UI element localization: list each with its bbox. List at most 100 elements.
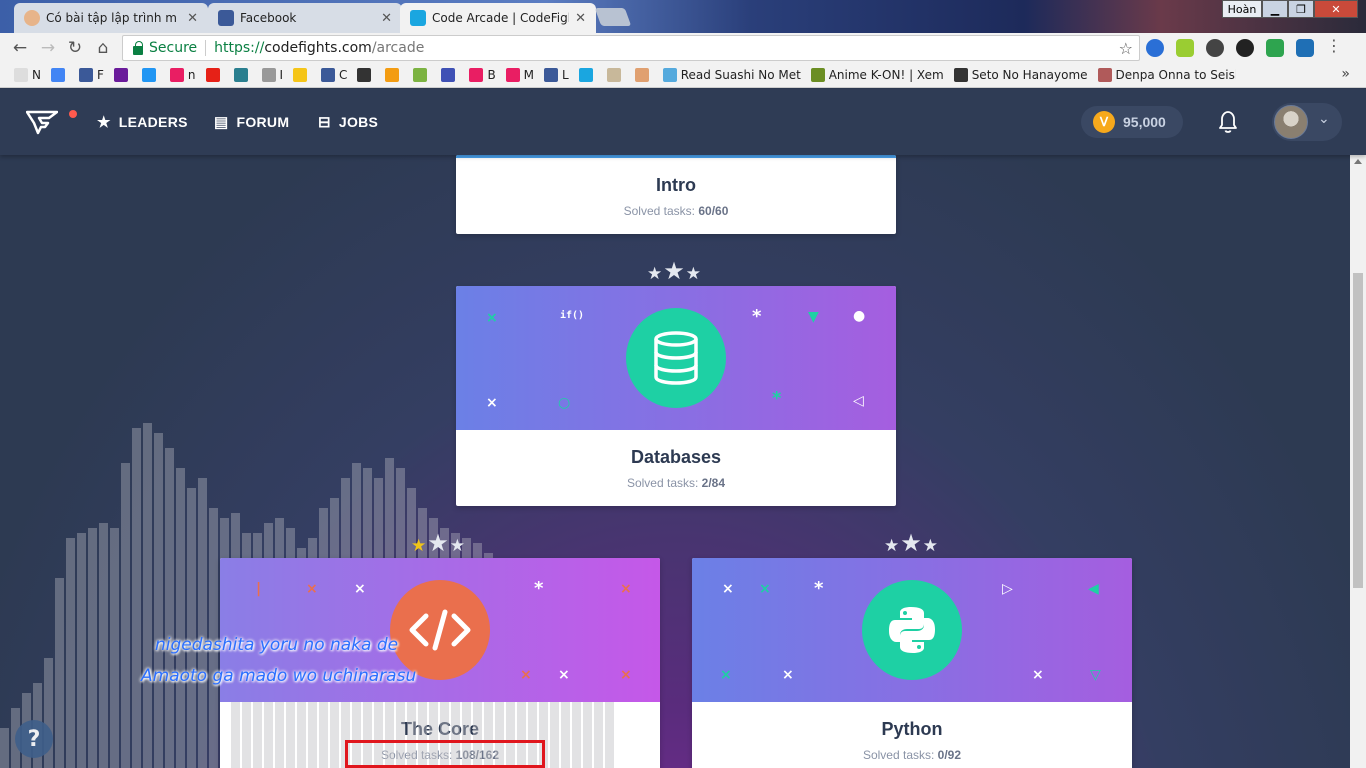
- bookmark-item[interactable]: Denpa Onna to Seish: [1097, 68, 1236, 82]
- course-card-databases[interactable]: × if() * ▼ ● × ○ * ◁ Databases Solved ta…: [456, 286, 896, 506]
- extension-icon[interactable]: [1206, 39, 1224, 57]
- bookmarks-bar: N Fn I C B M L Read Suashi No Met Anime K-ON! | …: [0, 63, 1366, 88]
- bookmark-item[interactable]: [141, 68, 160, 82]
- maximize-button[interactable]: ❐: [1288, 0, 1314, 18]
- bookmark-favicon-icon: [469, 68, 484, 82]
- card-title: Python: [881, 719, 943, 739]
- card-top-accent: [456, 155, 896, 158]
- home-icon[interactable]: ⌂: [92, 37, 114, 59]
- bookmark-item[interactable]: C: [321, 68, 347, 82]
- bookmark-label: M: [523, 68, 535, 82]
- codefights-logo-icon[interactable]: [26, 109, 58, 135]
- bookmark-item[interactable]: B: [469, 68, 496, 82]
- bookmark-item[interactable]: [413, 68, 431, 82]
- visualizer-bar: [55, 578, 64, 768]
- page-scrollbar[interactable]: [1350, 155, 1366, 768]
- nav-jobs[interactable]: ⊟ JOBS: [318, 113, 378, 131]
- new-tab-button[interactable]: [594, 8, 632, 26]
- bookmark-favicon-icon: [606, 68, 621, 82]
- bookmark-item[interactable]: N: [14, 68, 41, 82]
- tab-title: Code Arcade | CodeFigh: [432, 11, 570, 25]
- bookmark-favicon-icon: [505, 68, 520, 82]
- close-icon[interactable]: ✕: [187, 11, 198, 26]
- bookmark-favicon-icon: [205, 68, 220, 82]
- profile-name-button[interactable]: Hoàn: [1222, 0, 1262, 18]
- bookmark-label: Read Suashi No Met: [680, 68, 801, 82]
- star-icon: ★: [97, 114, 111, 131]
- database-icon: [654, 331, 698, 385]
- bookmark-label: N: [32, 68, 41, 82]
- back-arrow-icon[interactable]: ←: [9, 37, 31, 59]
- card-tasks: Solved tasks: 60/60: [456, 204, 896, 218]
- menu-icon[interactable]: ⋮: [1326, 38, 1344, 57]
- avatar: [1274, 105, 1308, 139]
- bookmark-item[interactable]: F: [78, 68, 104, 82]
- extension-icon[interactable]: [1176, 39, 1194, 57]
- extension-icon[interactable]: [1146, 39, 1164, 57]
- bookmark-item[interactable]: [50, 68, 69, 82]
- bookmark-favicon-icon: [233, 68, 248, 82]
- extension-icon[interactable]: [1296, 39, 1314, 57]
- bookmark-label: F: [96, 68, 104, 82]
- course-card-python[interactable]: × × * ▷ ◀ × × × ▽ Python Solved tasks: 0…: [692, 558, 1132, 768]
- visualizer-bar: [110, 528, 119, 768]
- minimize-button[interactable]: ▁: [1262, 0, 1288, 18]
- card-title: The Core: [400, 719, 479, 739]
- bookmark-item[interactable]: Read Suashi No Met: [662, 68, 801, 82]
- extension-icon[interactable]: [1236, 39, 1254, 57]
- visualizer-bar: [165, 448, 174, 768]
- bell-icon[interactable]: [1216, 109, 1240, 135]
- bookmark-item[interactable]: [293, 68, 311, 82]
- card-banner: × × * ▷ ◀ × × × ▽: [692, 558, 1132, 702]
- bookmark-item[interactable]: L: [544, 68, 569, 82]
- extension-icon[interactable]: [1266, 39, 1284, 57]
- visualizer-bar: [176, 468, 185, 768]
- course-card-intro[interactable]: Intro Solved tasks: 60/60: [456, 155, 896, 234]
- bookmark-item[interactable]: [233, 68, 252, 82]
- bookmark-star-icon[interactable]: ☆: [1119, 39, 1133, 58]
- bookmark-item[interactable]: [606, 68, 625, 82]
- cross-decor-icon: ×: [306, 581, 318, 597]
- nav-leaders[interactable]: ★ LEADERS: [97, 113, 188, 131]
- browser-tab[interactable]: Facebook ✕: [208, 3, 402, 33]
- bookmark-item[interactable]: I: [261, 68, 283, 82]
- star-icon: ★: [922, 536, 939, 556]
- forward-arrow-icon[interactable]: →: [37, 37, 59, 59]
- bookmark-item[interactable]: [205, 68, 224, 82]
- bookmark-item[interactable]: Anime K-ON! | Xem: [810, 68, 944, 82]
- reload-icon[interactable]: ↻: [64, 37, 86, 59]
- bookmark-item[interactable]: [385, 68, 403, 82]
- scroll-up-arrow-icon[interactable]: [1354, 159, 1362, 164]
- close-icon[interactable]: ✕: [381, 11, 392, 26]
- bookmark-item[interactable]: [634, 68, 653, 82]
- difficulty-stars: ★ ★ ★: [411, 531, 465, 555]
- close-window-button[interactable]: ✕: [1314, 0, 1358, 18]
- python-badge: [862, 580, 962, 680]
- scrollbar-thumb[interactable]: [1353, 273, 1363, 588]
- browser-tab[interactable]: Có bài tập lập trình m ng ✕: [14, 3, 208, 33]
- bookmark-item[interactable]: [357, 68, 375, 82]
- star-icon: ★: [663, 257, 685, 285]
- address-bar[interactable]: Secure https:// codefights.com /arcade ☆: [122, 35, 1140, 61]
- bookmark-favicon-icon: [1097, 68, 1112, 82]
- course-card-the-core[interactable]: | × × * × × × × The Core Solved tasks: 1…: [220, 558, 660, 768]
- cross-decor-icon: ×: [486, 395, 498, 411]
- bookmarks-overflow-button[interactable]: »: [1341, 66, 1350, 82]
- bookmark-item[interactable]: [441, 68, 459, 82]
- bookmark-item[interactable]: Seto No Hanayome: [953, 68, 1088, 82]
- bookmark-favicon-icon: [441, 68, 456, 82]
- bookmark-item[interactable]: M: [505, 68, 535, 82]
- circle-decor-icon: ○: [558, 395, 571, 411]
- help-button[interactable]: ?: [15, 720, 53, 758]
- close-icon[interactable]: ✕: [575, 11, 586, 26]
- visualizer-bar: [143, 423, 152, 768]
- nav-forum[interactable]: ▤ FORUM: [214, 113, 289, 131]
- browser-tab-active[interactable]: Code Arcade | CodeFigh ✕: [400, 3, 596, 33]
- bookmark-item[interactable]: n: [169, 68, 196, 82]
- bookmark-favicon-icon: [385, 68, 400, 82]
- bookmark-item[interactable]: [578, 68, 597, 82]
- coins-balance[interactable]: ᐯ 95,000: [1081, 106, 1183, 138]
- coin-icon: ᐯ: [1093, 111, 1115, 133]
- bookmark-item[interactable]: [113, 68, 132, 82]
- user-menu[interactable]: ⌄: [1272, 103, 1342, 141]
